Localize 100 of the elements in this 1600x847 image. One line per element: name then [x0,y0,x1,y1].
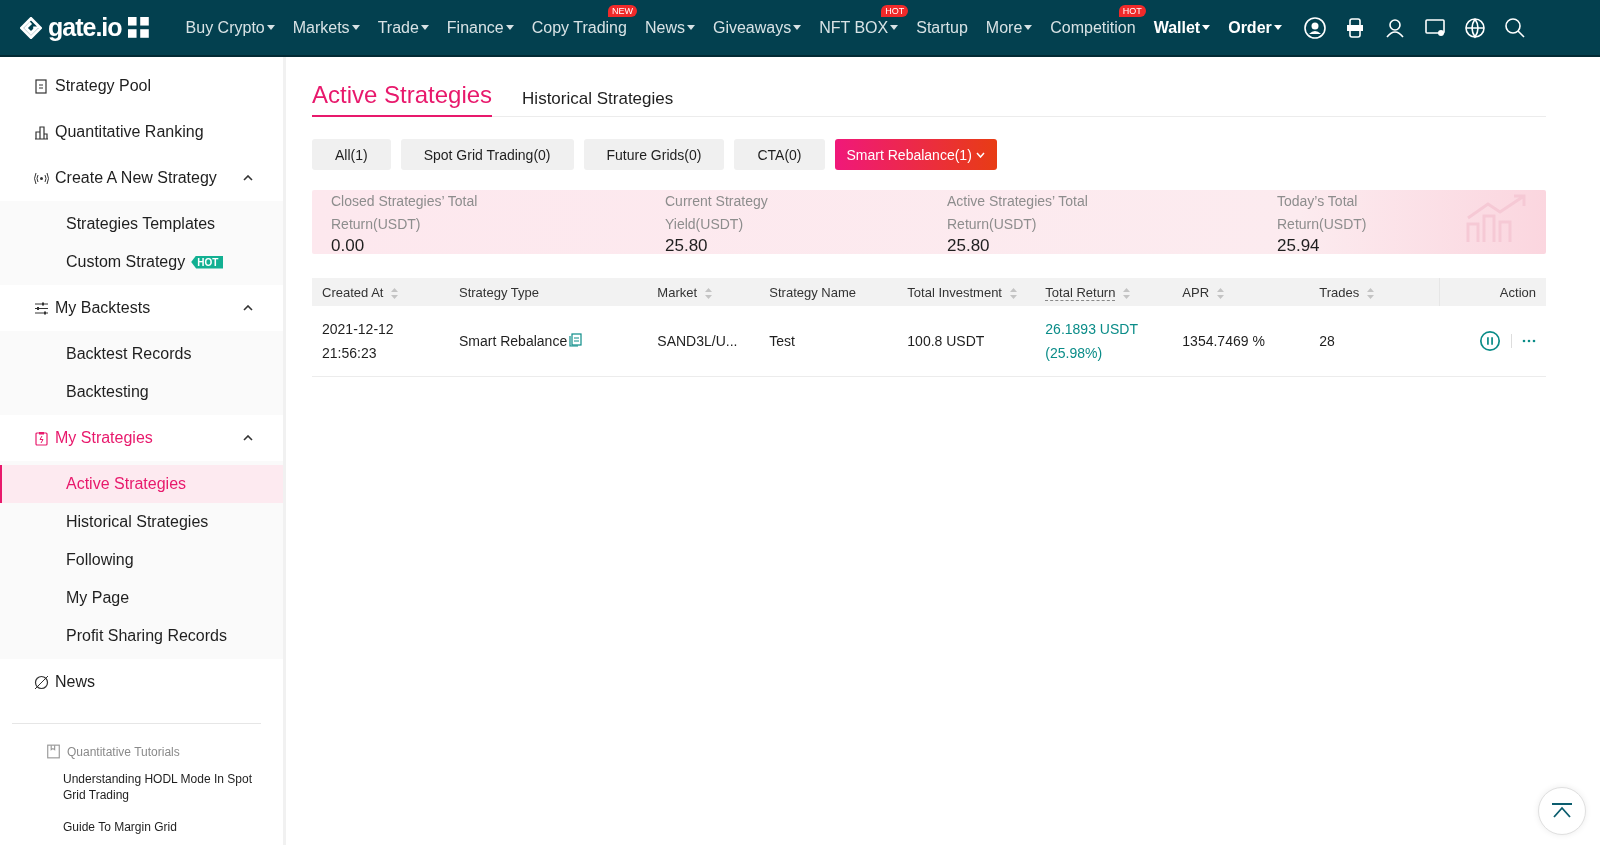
stat-label: Active Strategies’ Total Return(USDT) [947,192,1089,234]
column-header: Strategy Type [449,278,648,306]
nav-item[interactable]: Trade [377,18,429,37]
table-cell: 100.8 USDT [897,306,1036,376]
nav-item[interactable]: Giveaways [712,18,802,37]
sidebar-item[interactable]: Quantitative Ranking [0,109,283,155]
nav-item[interactable]: Competition [1050,18,1136,37]
sidebar-item[interactable]: Create A New Strategy [0,155,283,201]
filter-button[interactable]: Spot Grid Trading(0) [400,139,574,170]
chevron-down-icon [975,151,985,158]
stat-label: Today’s Total Return(USDT) [1277,192,1368,234]
stat-value: 25.94 [1277,236,1321,255]
nav-item[interactable]: Wallet [1153,18,1211,37]
table-cell: 2021-12-12 21:56:23 [312,306,449,376]
stat-label: Closed Strategies’ Total Return(USDT) [331,192,479,234]
sort-icon [1217,287,1225,299]
nav-item[interactable]: News [644,18,695,37]
column-header[interactable]: Total Investment [897,278,1036,306]
back-to-top-button[interactable] [1538,787,1586,835]
sidebar-subitem[interactable]: Profit Sharing Records [66,627,227,645]
caret-icon [351,25,360,30]
nav-item[interactable]: Buy Crypto [185,18,275,37]
stat-value: 0.00 [331,236,366,255]
logo-text[interactable]: gate.io [48,13,122,42]
filter-button[interactable]: All(1) [312,139,391,170]
sidebar-subitem[interactable]: Backtest Records [66,345,192,363]
nav-badge: HOT [881,4,909,17]
tutorial-link[interactable]: Guide To Margin Grid [0,819,283,835]
column-header[interactable]: Created At [312,278,449,306]
nav-item[interactable]: More [985,18,1033,37]
caret-icon [1024,25,1033,30]
account-icon[interactable] [1303,16,1326,39]
column-header[interactable]: APR [1172,278,1310,306]
table-cell: 1354.7469 % [1172,306,1310,376]
nav-item[interactable]: Finance [446,18,514,37]
sidebar-subitem[interactable]: Strategies Templates [66,215,216,233]
tutorial-link[interactable]: Understanding HODL Mode In Spot Grid Trading [0,771,283,803]
table-cell: Test [759,306,898,376]
signal-icon [34,170,49,186]
caret-icon [793,25,802,30]
column-header[interactable]: Trades [1309,278,1440,306]
caret-icon [266,25,275,30]
column-header[interactable]: Total Return [1035,278,1173,306]
sidebar-subitem[interactable]: Historical Strategies [66,513,209,531]
sidebar-item[interactable]: News [0,659,283,705]
support-icon[interactable] [1383,16,1406,39]
nav-item[interactable]: Markets [292,18,360,37]
caret-icon [505,25,514,30]
copy-icon[interactable] [569,332,583,347]
filter-button[interactable]: Smart Rebalance(1) [834,139,997,170]
globe-icon[interactable] [1463,16,1486,39]
caret-icon [1202,25,1211,30]
sidebar-subitem[interactable]: Following [66,551,134,569]
nav-badge: NEW [607,4,637,17]
stat-value: 25.80 [665,236,709,255]
nav-item[interactable]: Copy Trading [531,18,627,37]
stat-value: 25.80 [947,236,991,255]
sidebar-item[interactable]: Strategy Pool [0,63,283,109]
sort-icon [705,287,713,299]
filter-button[interactable]: Future Grids(0) [583,139,725,170]
table-cell: 28 [1309,306,1440,376]
sidebar-subitem[interactable]: Backtesting [66,383,149,401]
bar-chart-icon [34,124,49,140]
tab[interactable]: Active Strategies [312,75,493,117]
more-button[interactable] [1522,338,1536,343]
chevron-up-icon [243,175,253,181]
table-cell: Smart Rebalance [459,332,568,349]
caret-icon [1273,25,1282,30]
nav-item[interactable]: Startup [916,18,968,37]
stat-label: Current Strategy Yield(USDT) [665,192,769,234]
book-icon [46,744,61,759]
sort-icon [1123,287,1131,299]
tab[interactable]: Historical Strategies [522,75,674,117]
nav-item[interactable]: NFT BOX [819,18,899,37]
sidebar-subitem[interactable]: Custom Strategy [66,253,186,271]
sidebar-item[interactable]: My Backtests [0,285,283,331]
document-icon [34,78,49,94]
nav-item[interactable]: Order [1228,18,1282,37]
filter-button[interactable]: CTA(0) [734,139,825,170]
nav-badge: HOT [1118,4,1146,17]
search-icon[interactable] [1503,16,1526,39]
pause-button[interactable] [1479,329,1501,352]
grid-icon [127,16,150,39]
clipboard-icon [34,430,49,446]
logo-icon [20,16,42,39]
column-header: Strategy Name [759,278,898,306]
hot-tag: HOT [191,255,224,269]
caret-icon [890,25,899,30]
sort-icon [1010,287,1017,299]
sidebar-item[interactable]: My Strategies [0,415,283,461]
sort-icon [391,287,399,299]
column-header: Action [1439,278,1546,306]
monitor-icon[interactable] [1423,16,1446,39]
ellipsis-icon [1522,338,1536,343]
chevron-up-icon [243,435,253,441]
column-header[interactable]: Market [647,278,760,306]
tutorials-title: Quantitative Tutorials [67,744,180,759]
sidebar-subitem[interactable]: My Page [66,589,130,607]
pause-icon [1479,329,1501,352]
caret-icon [420,25,429,30]
